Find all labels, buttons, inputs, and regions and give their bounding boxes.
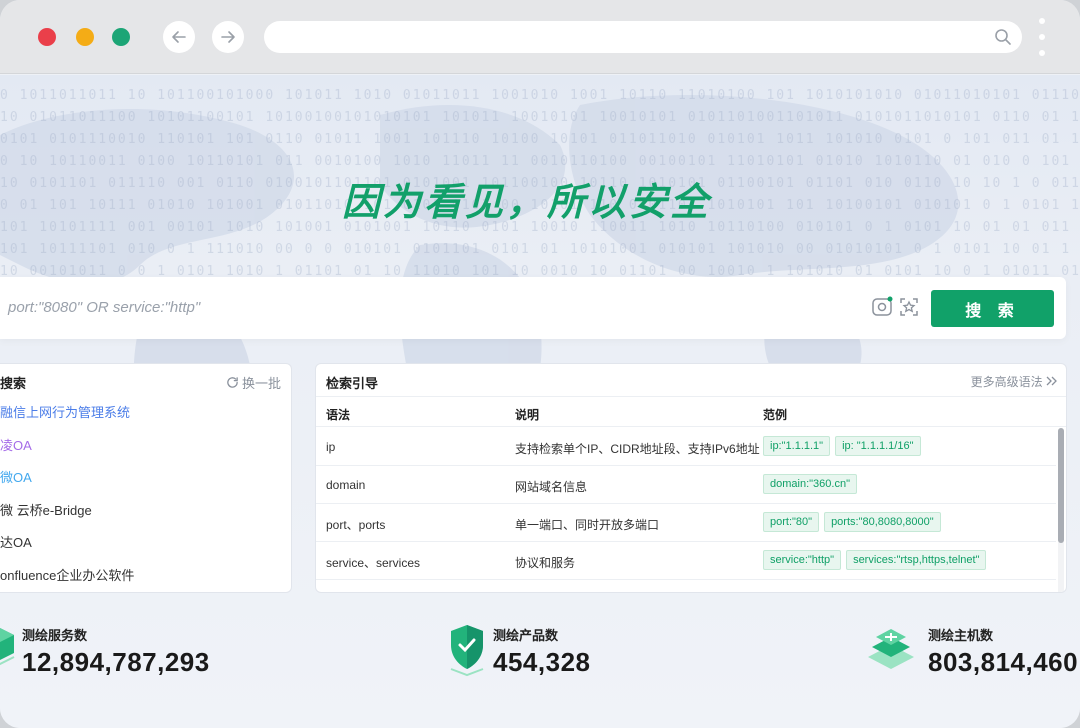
- example-chip[interactable]: service:"http": [763, 550, 842, 570]
- example-chip[interactable]: domain:"360.cn": [763, 474, 857, 494]
- refresh-icon: [227, 377, 238, 388]
- double-chevron-right-icon: [1046, 376, 1057, 386]
- example-cell: ip:"1.1.1.1" ip: "1.1.1.1/16": [763, 436, 921, 456]
- page-title: 因为看见，所以安全: [342, 182, 712, 224]
- stat-value: 803,814,460: [928, 647, 1079, 677]
- column-header: 范例: [763, 408, 788, 422]
- list-item[interactable]: 微OA: [0, 468, 290, 501]
- list-item-label: 融信上网行为管理系统: [0, 405, 131, 420]
- list-item[interactable]: onfluence企业办公软件: [0, 566, 290, 592]
- list-item[interactable]: 达OA: [0, 533, 290, 566]
- list-item-label: 凌OA: [0, 437, 32, 453]
- list-item-label: 达OA: [0, 535, 32, 551]
- syntax-cell: port、ports: [326, 518, 386, 532]
- menu-dot: [1039, 50, 1045, 56]
- product-count-icon: [450, 625, 484, 677]
- browser-window: 0 1011011011 10 101100101000 101011 1010…: [0, 0, 1080, 728]
- syntax-cell: domain: [326, 478, 366, 492]
- desc-cell: 支持检索单个IP、CIDR地址段、支持IPv6地址: [515, 442, 760, 456]
- table-row: port、ports 单一端口、同时开放多端口 port:"80" ports:…: [316, 504, 1056, 542]
- desc-cell: 网站域名信息: [515, 480, 588, 494]
- more-syntax-label: 更多高级语法: [970, 375, 1043, 389]
- search-guide-panel: 检索引导 更多高级语法 语法 说明 范例 ip 支持检索单个IP、CIDR地址段…: [315, 363, 1067, 593]
- menu-dot: [1039, 18, 1045, 24]
- example-chip[interactable]: ip:"1.1.1.1": [763, 436, 831, 456]
- back-button[interactable]: [163, 21, 195, 53]
- syntax-cell: ip: [326, 440, 336, 454]
- arrow-left-icon: [172, 31, 186, 43]
- stat-label: 测绘主机数: [928, 628, 994, 643]
- table-header: 语法 说明 范例: [316, 397, 1066, 427]
- stat-value: 454,328: [493, 647, 591, 677]
- stat-service-count: 测绘服务数 12,894,787,293: [0, 613, 230, 683]
- example-chip[interactable]: port:"80": [763, 512, 820, 532]
- stat-product-count: 测绘产品数 454,328: [445, 613, 645, 683]
- browser-toolbar: [0, 0, 1080, 74]
- window-close-button[interactable]: [38, 28, 56, 46]
- hot-search-panel: 搜索 换一批 融信上网行为管理系统 凌OA 微OA 微 云桥e-Bridge 达…: [0, 363, 292, 593]
- address-bar[interactable]: [264, 21, 1022, 53]
- search-input[interactable]: port:"8080" OR service:"http" 搜 索: [0, 277, 1066, 339]
- table-row: service、services 协议和服务 service:"http" se…: [316, 542, 1056, 580]
- guide-title: 检索引导: [326, 376, 379, 391]
- table-row: domain 网站域名信息 domain:"360.cn": [316, 466, 1056, 504]
- forward-button[interactable]: [212, 21, 244, 53]
- hot-search-title: 搜索: [0, 376, 27, 391]
- stat-host-count: 测绘主机数 803,814,460: [862, 613, 1078, 683]
- desc-cell: 协议和服务: [515, 556, 576, 570]
- list-item[interactable]: 微 云桥e-Bridge: [0, 501, 290, 534]
- search-placeholder: port:"8080" OR service:"http": [8, 299, 201, 316]
- syntax-cell: service、services: [326, 556, 421, 570]
- list-item[interactable]: 凌OA: [0, 436, 290, 469]
- list-item-label: 微 云桥e-Bridge: [0, 502, 92, 518]
- list-item-label: onfluence企业办公软件: [0, 567, 135, 583]
- list-item-label: 微OA: [0, 470, 32, 486]
- stat-label: 测绘产品数: [493, 628, 559, 643]
- desc-cell: 单一端口、同时开放多端口: [515, 518, 660, 532]
- host-count-icon: [868, 629, 914, 669]
- example-cell: port:"80" ports:"80,8080,8000": [763, 512, 941, 532]
- page-content: 0 1011011011 10 101100101000 101011 1010…: [0, 75, 1080, 728]
- list-item[interactable]: 融信上网行为管理系统: [0, 403, 290, 436]
- hot-search-list: 融信上网行为管理系统 凌OA 微OA 微 云桥e-Bridge 达OA onfl…: [0, 403, 290, 592]
- service-count-icon: [0, 628, 15, 666]
- scrollbar-thumb[interactable]: [1058, 428, 1064, 543]
- guide-header: 检索引导 更多高级语法: [316, 364, 1066, 397]
- window-minimize-button[interactable]: [76, 28, 94, 46]
- stat-value: 12,894,787,293: [22, 647, 210, 677]
- refresh-label: 换一批: [241, 376, 281, 391]
- refresh-button[interactable]: 换一批: [226, 373, 281, 392]
- kebab-menu-icon[interactable]: [1038, 18, 1046, 56]
- table-row-partial: [316, 580, 1056, 592]
- column-header: 说明: [515, 408, 540, 422]
- stat-label: 测绘服务数: [22, 628, 88, 643]
- example-cell: domain:"360.cn": [763, 474, 857, 494]
- column-header: 语法: [326, 408, 351, 422]
- example-cell: service:"http" services:"rtsp,https,teln…: [763, 550, 987, 570]
- table-row: ip 支持检索单个IP、CIDR地址段、支持IPv6地址 ip:"1.1.1.1…: [316, 428, 1056, 466]
- favorite-rules-icon[interactable]: [897, 295, 921, 319]
- ai-assistant-icon[interactable]: [870, 295, 894, 319]
- more-syntax-link[interactable]: 更多高级语法: [971, 373, 1058, 390]
- example-chip[interactable]: ports:"80,8080,8000": [824, 512, 941, 532]
- menu-dot: [1039, 34, 1045, 40]
- example-chip[interactable]: services:"rtsp,https,telnet": [846, 550, 987, 570]
- search-button[interactable]: 搜 索: [931, 290, 1054, 327]
- arrow-right-icon: [221, 31, 235, 43]
- example-chip[interactable]: ip: "1.1.1.1/16": [835, 436, 921, 456]
- magnifier-icon: [995, 29, 1011, 45]
- window-maximize-button[interactable]: [112, 28, 130, 46]
